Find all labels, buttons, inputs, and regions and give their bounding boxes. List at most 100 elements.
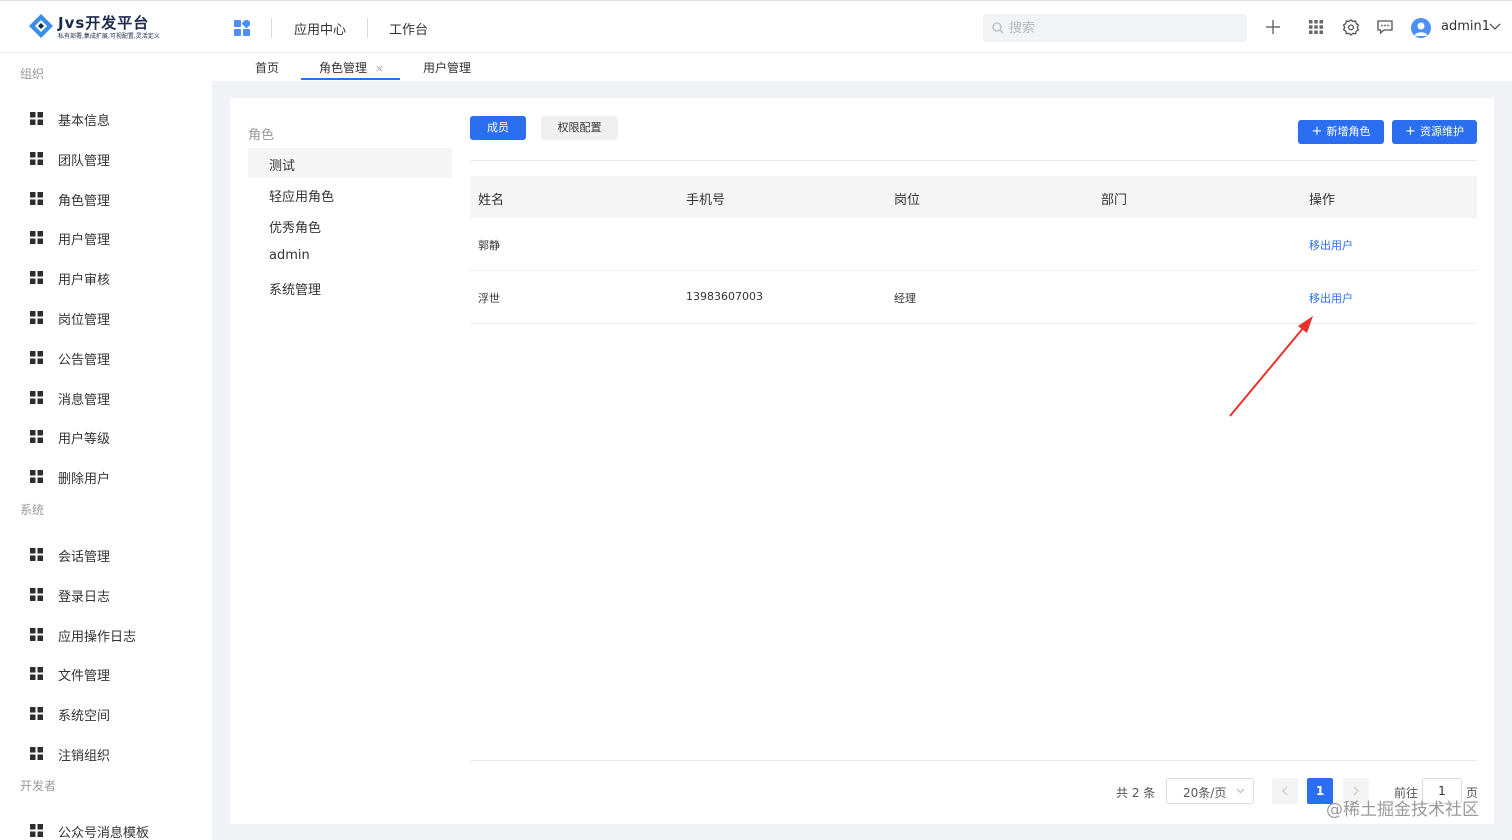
role-item[interactable]: admin <box>248 241 452 271</box>
sidebar-item-label: 角色管理 <box>58 194 111 209</box>
resource-maintain-button[interactable]: + 资源维护 <box>1392 120 1477 144</box>
column-header: 姓名 <box>478 193 505 208</box>
grid-menu-icon <box>30 667 43 680</box>
prev-page-button[interactable] <box>1272 778 1298 804</box>
grid-menu-icon <box>30 112 43 125</box>
role-item[interactable]: 轻应用角色 <box>248 179 452 209</box>
sidebar-item-label: 系统空间 <box>58 709 111 724</box>
sidebar-item[interactable]: 公告管理 <box>30 345 200 369</box>
sidebar-item-label: 消息管理 <box>58 393 111 408</box>
username[interactable]: admin1 <box>1441 19 1490 34</box>
sidebar-item[interactable]: 会话管理 <box>30 542 200 566</box>
tab-label: 角色管理 <box>319 61 368 75</box>
sidebar-item[interactable]: 用户审核 <box>30 265 200 289</box>
column-header: 部门 <box>1101 193 1128 208</box>
tab-home[interactable]: 首页 <box>255 59 279 76</box>
sidebar-item[interactable]: 团队管理 <box>30 146 200 170</box>
logo-subtitle: 私有部署,集成扩展,可视配置,灵活定义 <box>58 33 160 40</box>
message-icon[interactable] <box>1376 18 1394 36</box>
sidebar-group-title: 系统 <box>20 503 45 517</box>
table-row: 郭静 移出用户 <box>470 218 1477 271</box>
plus-icon[interactable] <box>1264 18 1282 36</box>
search-input[interactable] <box>1009 18 1229 38</box>
chevron-left-icon <box>1282 786 1288 796</box>
grid-menu-icon <box>30 152 43 165</box>
sidebar-item[interactable]: 消息管理 <box>30 385 200 409</box>
sidebar-item-label: 应用操作日志 <box>58 630 137 645</box>
chevron-down-icon <box>1236 788 1245 794</box>
sidebar-item[interactable]: 系统空间 <box>30 701 200 725</box>
sidebar-item[interactable]: 基本信息 <box>30 106 200 130</box>
role-item-label: 轻应用角色 <box>269 190 335 205</box>
nav-workbench[interactable]: 工作台 <box>389 19 428 38</box>
cell-name: 浮世 <box>478 292 500 305</box>
plus-icon: + <box>1404 124 1421 139</box>
sidebar: 组织基本信息团队管理角色管理用户管理用户审核岗位管理公告管理消息管理用户等级删除… <box>0 53 212 840</box>
remove-user-link[interactable]: 移出用户 <box>1309 237 1353 253</box>
logo-title: Jvs开发平台 <box>58 14 150 32</box>
permissions-tab-button[interactable]: 权限配置 <box>541 116 618 140</box>
apps-grid-icon[interactable] <box>1307 18 1325 36</box>
site-watermark: @稀土掘金技术社区 <box>1326 800 1479 820</box>
grid-menu-icon <box>30 470 43 483</box>
logo[interactable]: Jvs开发平台 私有部署,集成扩展,可视配置,灵活定义 <box>28 11 188 45</box>
resource-maintain-label: 资源维护 <box>1420 125 1465 138</box>
sidebar-item-label: 注销组织 <box>58 749 111 764</box>
sidebar-item[interactable]: 登录日志 <box>30 582 200 606</box>
grid-menu-icon <box>30 628 43 641</box>
role-item-label: 测试 <box>269 159 296 174</box>
sidebar-item[interactable]: 应用操作日志 <box>30 622 200 646</box>
logo-mark-icon <box>29 14 53 38</box>
close-icon[interactable]: × <box>375 62 384 75</box>
sidebar-item-label: 登录日志 <box>58 590 111 605</box>
role-item[interactable]: 测试 <box>248 148 452 178</box>
sidebar-group-title: 开发者 <box>20 779 57 793</box>
sidebar-item[interactable]: 注销组织 <box>30 741 200 765</box>
chevron-down-icon[interactable] <box>1489 23 1501 31</box>
settings-icon[interactable] <box>1342 18 1360 36</box>
tab-label: 首页 <box>255 61 280 75</box>
sidebar-item[interactable]: 岗位管理 <box>30 305 200 329</box>
grid-menu-icon <box>30 192 43 205</box>
tab-user-management[interactable]: 用户管理 <box>423 59 471 76</box>
nav-app-center[interactable]: 应用中心 <box>294 19 346 38</box>
plus-icon: + <box>1311 124 1327 139</box>
annotation-arrow-icon <box>1229 316 1313 417</box>
add-role-label: 新增角色 <box>1326 125 1371 138</box>
sidebar-item[interactable]: 用户管理 <box>30 225 200 249</box>
role-item[interactable]: 系统管理 <box>248 272 452 302</box>
remove-user-link[interactable]: 移出用户 <box>1309 290 1353 306</box>
grid-menu-icon <box>30 430 43 443</box>
search-box[interactable] <box>983 14 1247 42</box>
page-size-select[interactable]: 20条/页 <box>1166 778 1254 804</box>
sidebar-item-label: 用户审核 <box>58 273 111 288</box>
grid-menu-icon <box>30 747 43 760</box>
sidebar-group-title: 组织 <box>20 67 45 81</box>
sidebar-item-label: 基本信息 <box>58 114 111 129</box>
sidebar-item[interactable]: 角色管理 <box>30 186 200 210</box>
sidebar-item[interactable]: 公众号消息模板 <box>30 818 200 840</box>
members-tab-button[interactable]: 成员 <box>470 116 526 140</box>
cell-name: 郭静 <box>478 239 500 252</box>
column-header: 岗位 <box>894 193 921 208</box>
sidebar-item[interactable]: 用户等级 <box>30 424 200 448</box>
sidebar-item-label: 用户等级 <box>58 432 111 447</box>
avatar-icon[interactable] <box>1411 18 1431 38</box>
grid-menu-icon <box>30 588 43 601</box>
role-item-label: 优秀角色 <box>269 221 322 236</box>
toolbar-divider <box>470 160 1477 161</box>
grid-menu-icon <box>30 707 43 720</box>
sidebar-item[interactable]: 删除用户 <box>30 464 200 488</box>
sidebar-item[interactable]: 文件管理 <box>30 661 200 685</box>
tab-role-management[interactable]: 角色管理 × <box>319 59 384 76</box>
add-role-button[interactable]: + 新增角色 <box>1298 120 1384 144</box>
table-row: 浮世 13983607003 经理 移出用户 <box>470 271 1477 324</box>
page-size-value: 20条/页 <box>1183 786 1227 800</box>
nav-divider <box>271 18 272 38</box>
grid-menu-icon <box>30 824 43 837</box>
role-item[interactable]: 优秀角色 <box>248 210 452 240</box>
grid-menu-icon <box>30 351 43 364</box>
column-header: 手机号 <box>686 193 726 208</box>
top-bar: Jvs开发平台 私有部署,集成扩展,可视配置,灵活定义 应用中心 工作台 搜索 … <box>0 0 1512 53</box>
grid-app-icon[interactable] <box>234 20 250 36</box>
